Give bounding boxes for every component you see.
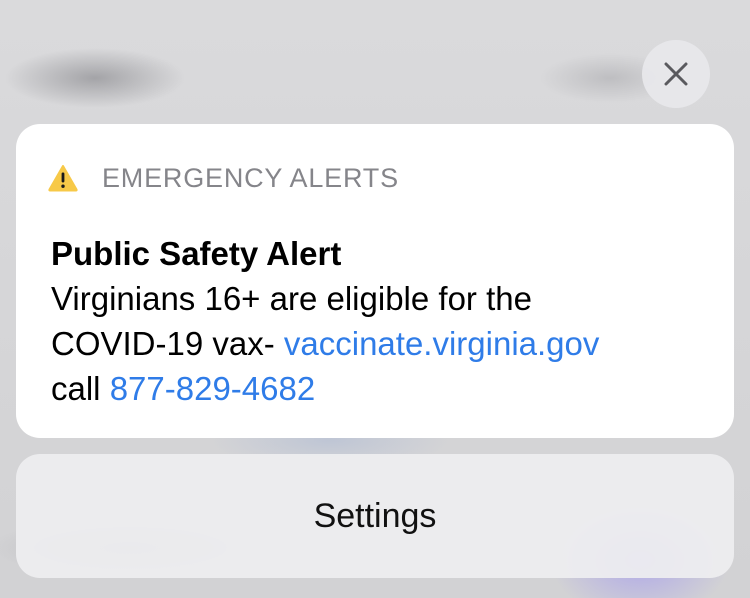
body-line-2-text: COVID-19 vax- <box>51 325 284 362</box>
close-button[interactable] <box>642 40 710 108</box>
body-line-2: COVID-19 vax- vaccinate.virginia.gov <box>51 321 599 366</box>
emergency-alert-notification[interactable]: EMERGENCY ALERTS Public Safety Alert Vir… <box>16 124 734 438</box>
settings-button[interactable]: Settings <box>16 454 734 578</box>
warning-triangle-icon <box>48 165 78 192</box>
app-name: EMERGENCY ALERTS <box>102 163 399 193</box>
alert-title: Public Safety Alert <box>51 235 342 272</box>
body-line-3-text: call <box>51 370 110 407</box>
body-line-1: Virginians 16+ are eligible for the <box>51 280 532 317</box>
notification-header: EMERGENCY ALERTS <box>48 162 399 194</box>
phone-link[interactable]: 877-829-4682 <box>110 370 316 407</box>
website-link[interactable]: vaccinate.virginia.gov <box>284 325 600 362</box>
settings-label: Settings <box>313 496 437 535</box>
close-icon <box>664 62 688 86</box>
body-line-3: call 877-829-4682 <box>51 366 599 411</box>
alert-body: Virginians 16+ are eligible for the COVI… <box>51 276 599 411</box>
